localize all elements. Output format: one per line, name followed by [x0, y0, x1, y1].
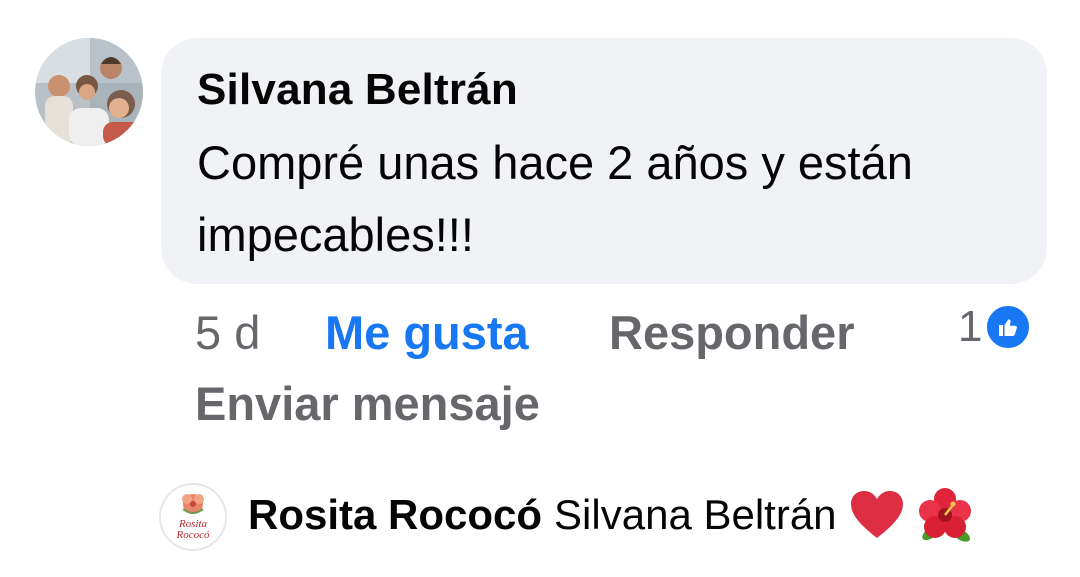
reaction-summary[interactable]: 1: [958, 300, 1033, 354]
group-photo-avatar-icon: [35, 38, 143, 146]
hibiscus-icon: [917, 487, 973, 543]
reply-preview[interactable]: Rosita Rococó Silvana Beltrán: [248, 484, 973, 546]
logo-text-rococo: Rococó: [176, 529, 210, 541]
send-message-button[interactable]: Enviar mensaje: [195, 374, 540, 434]
comment-text: Compré unas hace 2 años y están impecabl…: [197, 136, 913, 261]
comment-actions: 5 d Me gusta Responder Enviar mensaje: [195, 303, 1045, 433]
comment-bubble: Silvana Beltrán Compré unas hace 2 años …: [161, 38, 1047, 284]
reply-mention: Silvana Beltrán: [554, 491, 837, 538]
reply-author-avatar[interactable]: Rosita Rococó: [159, 483, 227, 551]
commenter-avatar[interactable]: [35, 38, 143, 146]
reply-author-name[interactable]: Rosita Rococó: [248, 491, 542, 539]
comment-timestamp[interactable]: 5 d: [195, 303, 260, 363]
rosita-rococo-logo-icon: Rosita Rococó: [161, 485, 225, 549]
reaction-count: 1: [958, 302, 983, 351]
comment-author-name[interactable]: Silvana Beltrán: [197, 62, 1011, 118]
reply-button[interactable]: Responder: [609, 303, 855, 363]
like-button[interactable]: Me gusta: [325, 303, 529, 363]
thumbs-up-icon: [984, 303, 1033, 351]
heart-icon: [849, 490, 905, 540]
